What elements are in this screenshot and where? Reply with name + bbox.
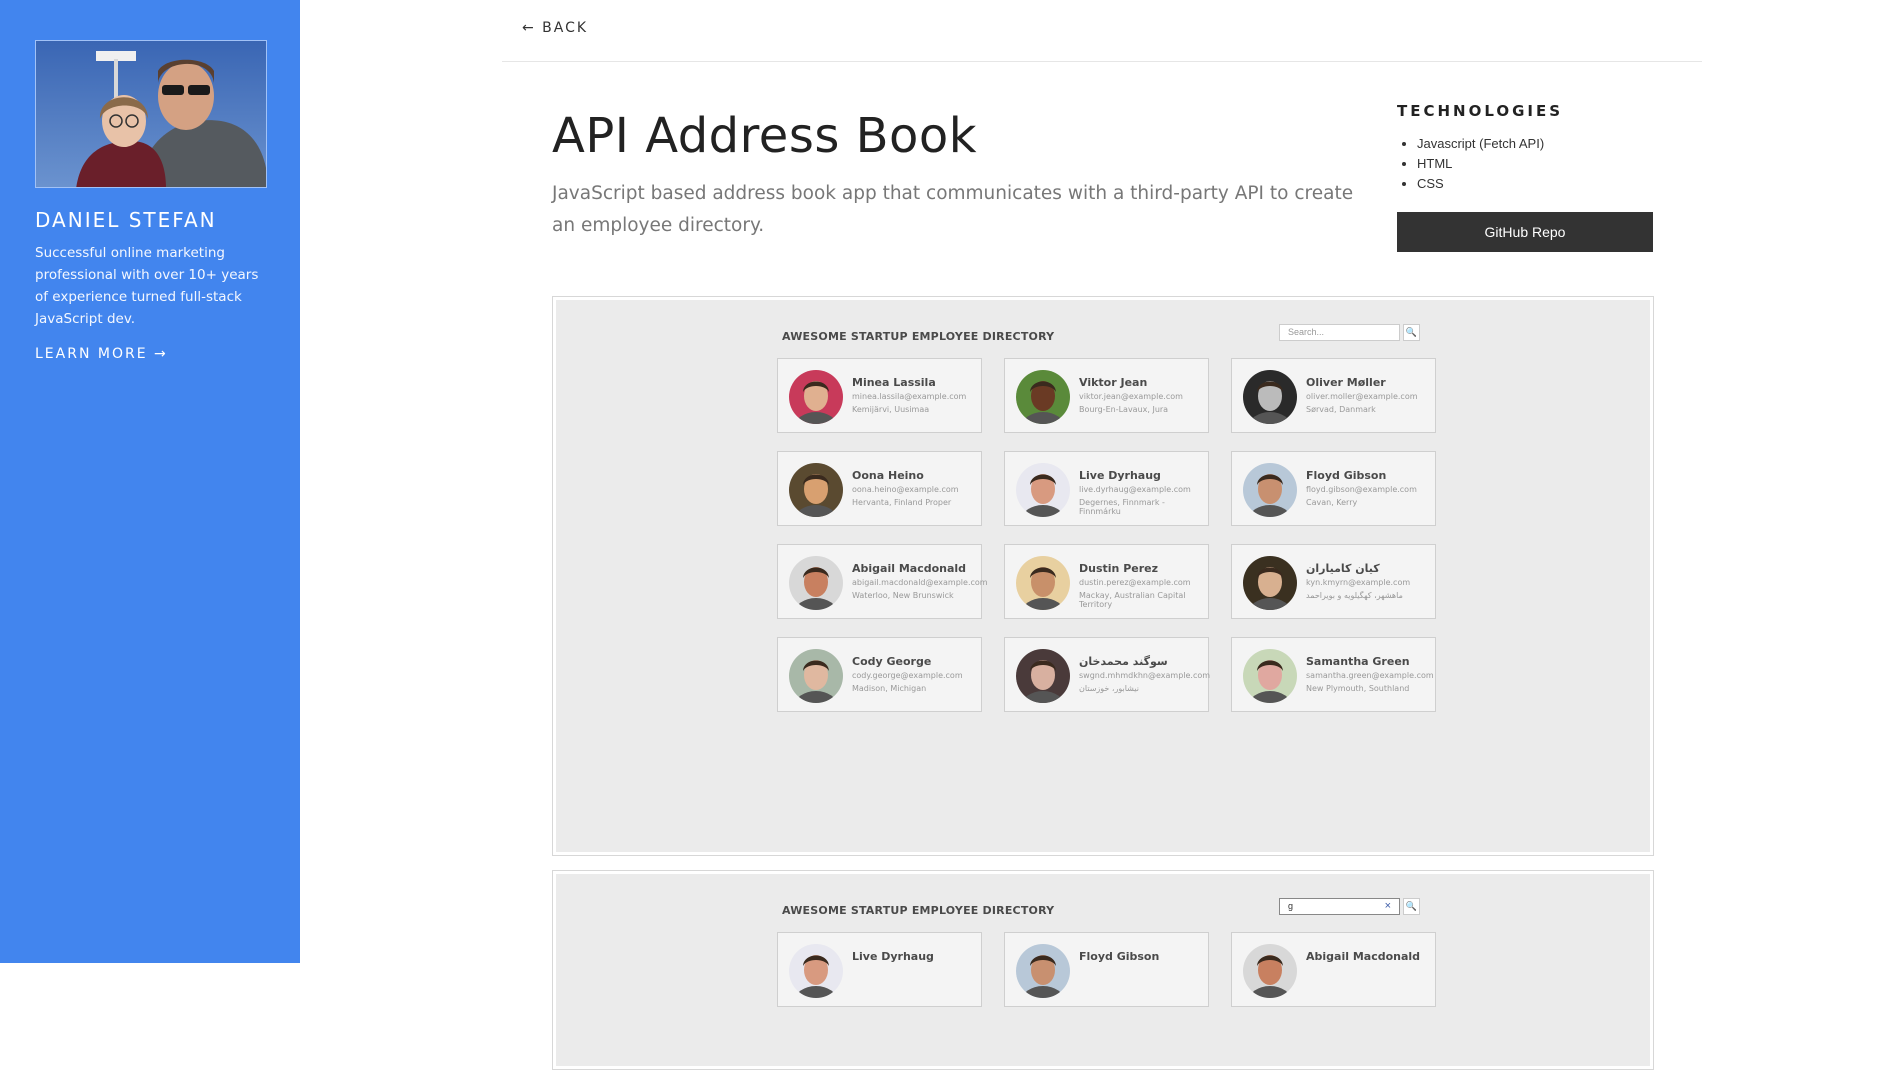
employee-location: New Plymouth, Southland xyxy=(1306,684,1410,693)
employee-name: Abigail Macdonald xyxy=(852,562,967,575)
project-screenshot-search: AWESOME STARTUP EMPLOYEE DIRECTORY g × 🔍… xyxy=(552,870,1654,1070)
employee-location: Hervanta, Finland Proper xyxy=(852,498,952,507)
search-input: g × xyxy=(1279,898,1400,915)
employee-avatar xyxy=(789,649,843,703)
employee-name: سوگند محمدخان xyxy=(1079,655,1168,668)
top-nav: ← BACK xyxy=(502,0,1702,62)
employee-card: Abigail Macdonald xyxy=(1231,932,1436,1007)
employee-location: Madison, Michigan xyxy=(852,684,927,693)
screenshot-canvas: AWESOME STARTUP EMPLOYEE DIRECTORY Searc… xyxy=(556,300,1650,852)
employee-avatar xyxy=(789,370,843,424)
employee-name: Samantha Green xyxy=(1306,655,1410,668)
employee-avatar xyxy=(1016,463,1070,517)
technologies-panel: TECHNOLOGIES Javascript (Fetch API) HTML… xyxy=(1397,102,1657,252)
screenshot-canvas: AWESOME STARTUP EMPLOYEE DIRECTORY g × 🔍… xyxy=(556,874,1650,1066)
technology-item: Javascript (Fetch API) xyxy=(1417,134,1657,154)
employee-location: Mackay, Australian Capital Territory xyxy=(1079,591,1186,609)
employee-location: Waterloo, New Brunswick xyxy=(852,591,954,600)
employee-card: کیان کامیاران kyn.kmyrn@example.com ماهشهر… xyxy=(1231,544,1436,619)
employee-name: Floyd Gibson xyxy=(1306,469,1387,482)
search-icon: 🔍 xyxy=(1403,898,1420,915)
employee-location: Degernes, Finnmark - Finnmárku xyxy=(1079,498,1165,516)
employee-location: Kemijärvi, Uusimaa xyxy=(852,405,930,414)
employee-card: Dustin Perez dustin.perez@example.com Mack… xyxy=(1004,544,1209,619)
employee-card: Cody George cody.george@example.com Madiso… xyxy=(777,637,982,712)
employee-card: Floyd Gibson floyd.gibson@example.com Cava… xyxy=(1231,451,1436,526)
employee-email: viktor.jean@example.com xyxy=(1079,392,1183,401)
employee-email: swgnd.mhmdkhn@example.com xyxy=(1079,671,1211,680)
employee-card: Samantha Green samantha.green@example.com… xyxy=(1231,637,1436,712)
employee-avatar xyxy=(1016,944,1070,998)
employee-card: Minea Lassila minea.lassila@example.com Ke… xyxy=(777,358,982,433)
employee-name: Live Dyrhaug xyxy=(1079,469,1161,482)
employee-card: سوگند محمدخان swgnd.mhmdkhn@example.com نی… xyxy=(1004,637,1211,712)
employee-location: ماهشهر، کهگیلویه و بویراحمد xyxy=(1306,591,1403,600)
employee-email: oona.heino@example.com xyxy=(852,485,959,494)
employee-avatar xyxy=(1016,649,1070,703)
employee-name: Minea Lassila xyxy=(852,376,936,389)
employee-location: نیشابور، خوزستان xyxy=(1079,684,1139,693)
employee-card: Abigail Macdonald abigail.macdonald@examp… xyxy=(777,544,988,619)
employee-avatar xyxy=(1243,370,1297,424)
github-repo-button[interactable]: GitHub Repo xyxy=(1397,212,1653,252)
employee-name: Cody George xyxy=(852,655,932,668)
author-name: DANIEL STEFAN xyxy=(35,208,217,232)
project-description: JavaScript based address book app that c… xyxy=(552,183,1354,236)
employee-location: Bourg-En-Lavaux, Jura xyxy=(1079,405,1169,414)
profile-photo xyxy=(35,40,267,188)
employee-email: floyd.gibson@example.com xyxy=(1306,485,1417,494)
employee-email: samantha.green@example.com xyxy=(1306,671,1434,680)
employee-email: oliver.moller@example.com xyxy=(1306,392,1418,401)
employee-avatar xyxy=(1243,944,1297,998)
author-bio: Successful online marketing professional… xyxy=(35,245,259,327)
employee-name: Oona Heino xyxy=(852,469,924,482)
employee-name: Floyd Gibson xyxy=(1079,950,1160,963)
directory-title: AWESOME STARTUP EMPLOYEE DIRECTORY xyxy=(782,330,1055,343)
employee-email: minea.lassila@example.com xyxy=(852,392,967,401)
employee-email: kyn.kmyrn@example.com xyxy=(1306,578,1411,587)
employee-card: Floyd Gibson xyxy=(1004,932,1209,1007)
employee-avatar xyxy=(1243,649,1297,703)
search-value: g xyxy=(1288,901,1294,911)
employee-name: Live Dyrhaug xyxy=(852,950,934,963)
employee-name: Oliver Møller xyxy=(1306,376,1386,389)
search-input: Search... xyxy=(1279,324,1400,341)
technologies-heading: TECHNOLOGIES xyxy=(1397,102,1564,120)
employee-location: Sørvad, Danmark xyxy=(1306,405,1376,414)
employee-card: Oona Heino oona.heino@example.com Hervanta… xyxy=(777,451,982,526)
learn-more-link[interactable]: LEARN MORE → xyxy=(35,346,168,362)
employee-name: Abigail Macdonald xyxy=(1306,950,1421,963)
employee-avatar xyxy=(1016,556,1070,610)
directory-title: AWESOME STARTUP EMPLOYEE DIRECTORY xyxy=(782,904,1055,917)
search-icon: 🔍 xyxy=(1403,324,1420,341)
employee-avatar xyxy=(789,556,843,610)
project-screenshot: AWESOME STARTUP EMPLOYEE DIRECTORY Searc… xyxy=(552,296,1654,856)
employee-name: Viktor Jean xyxy=(1079,376,1148,389)
employee-email: live.dyrhaug@example.com xyxy=(1079,485,1191,494)
main-content: ← BACK API Address Book JavaScript based… xyxy=(300,0,1898,1070)
employee-email: abigail.macdonald@example.com xyxy=(852,578,988,587)
clear-icon: × xyxy=(1384,900,1391,912)
employee-card: Viktor Jean viktor.jean@example.com Bourg-… xyxy=(1004,358,1209,433)
employee-name: کیان کامیاران xyxy=(1306,562,1380,575)
employee-email: dustin.perez@example.com xyxy=(1079,578,1191,587)
sidebar: DANIEL STEFAN Successful online marketin… xyxy=(0,0,300,963)
technology-item: CSS xyxy=(1417,174,1657,194)
employee-avatar xyxy=(789,463,843,517)
employee-card: Live Dyrhaug live.dyrhaug@example.com Dege… xyxy=(1004,451,1209,526)
back-link[interactable]: ← BACK xyxy=(522,20,588,36)
employee-card: Oliver Møller oliver.moller@example.com Sø… xyxy=(1231,358,1436,433)
project-title: API Address Book xyxy=(552,108,978,164)
employee-avatar xyxy=(1016,370,1070,424)
technologies-list: Javascript (Fetch API) HTML CSS xyxy=(1397,134,1657,194)
technology-item: HTML xyxy=(1417,154,1657,174)
employee-location: Cavan, Kerry xyxy=(1306,498,1358,507)
employee-avatar xyxy=(789,944,843,998)
employee-avatar xyxy=(1243,463,1297,517)
employee-card: Live Dyrhaug xyxy=(777,932,982,1007)
employee-avatar xyxy=(1243,556,1297,610)
employee-name: Dustin Perez xyxy=(1079,562,1159,575)
employee-email: cody.george@example.com xyxy=(852,671,963,680)
